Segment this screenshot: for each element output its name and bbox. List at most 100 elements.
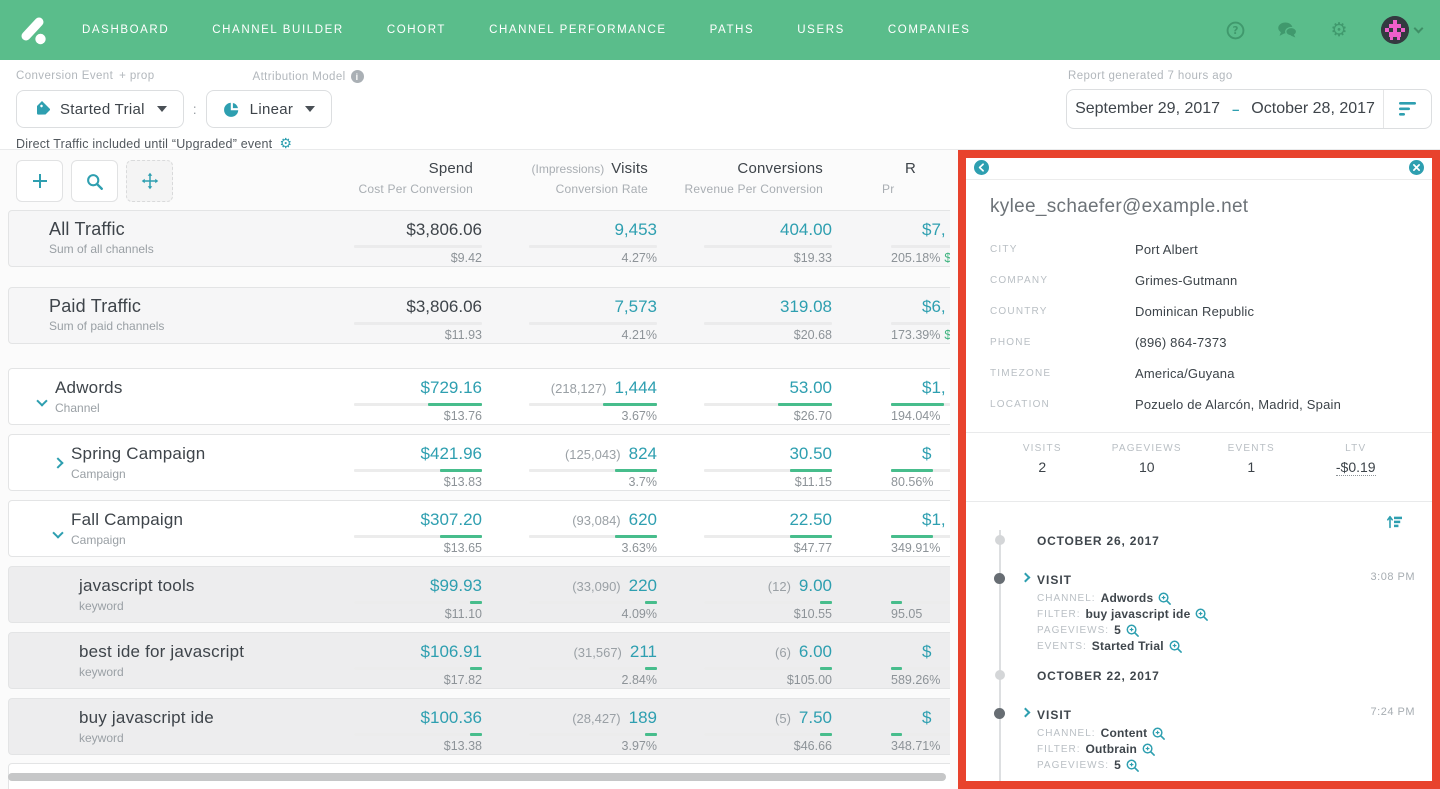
cell-primary-value[interactable]: 1,444 <box>614 378 657 397</box>
gear-icon[interactable]: ⚙ <box>1329 20 1349 40</box>
nav-item[interactable]: CHANNEL PERFORMANCE <box>489 24 667 36</box>
cell-primary-value[interactable]: 404.00 <box>780 220 832 239</box>
table-row[interactable]: best ide for javascript keyword $106.91 … <box>8 632 950 689</box>
cell-primary-value[interactable]: 9.00 <box>799 576 832 595</box>
sort-icon[interactable] <box>1386 514 1402 530</box>
cell-sub-value: 194.04% <box>891 409 940 423</box>
date-end[interactable]: October 28, 2017 <box>1251 100 1375 118</box>
date-range-picker[interactable]: September 29, 2017 – October 28, 2017 <box>1066 89 1432 129</box>
cell-primary-value[interactable]: 620 <box>629 510 657 529</box>
row-expand-chevron[interactable] <box>52 527 63 538</box>
nav-item[interactable]: PATHS <box>710 24 755 36</box>
close-icon[interactable] <box>1409 160 1424 175</box>
date-start[interactable]: September 29, 2017 <box>1075 100 1220 118</box>
zoom-plus-icon[interactable] <box>1158 592 1171 605</box>
search-button[interactable] <box>71 160 118 202</box>
visit-title: VISIT <box>1037 708 1072 722</box>
cell-primary-value[interactable]: $421.96 <box>421 444 482 463</box>
chat-icon[interactable] <box>1277 20 1297 40</box>
user-field-row: LOCATION Pozuelo de Alarcón, Madrid, Spa… <box>990 389 1408 420</box>
info-icon[interactable]: i <box>351 70 364 83</box>
cell-primary-value[interactable]: 6.00 <box>799 642 832 661</box>
metric-cell: (31,567)211 2.84% <box>482 633 657 688</box>
timeline-visit[interactable]: VISIT 3:08 PM CHANNEL: Adwords FILTER: b… <box>966 571 1432 653</box>
cell-primary-value[interactable]: 824 <box>629 444 657 463</box>
cell-primary-value[interactable]: $106.91 <box>421 642 482 661</box>
cell-sub-value: 589.26% <box>891 673 940 687</box>
move-button[interactable] <box>126 160 173 202</box>
add-button[interactable] <box>16 160 63 202</box>
filter-icon[interactable] <box>1383 90 1431 128</box>
column-header-revenue[interactable]: R Pr <box>823 160 950 202</box>
conversion-event-dropdown[interactable]: Started Trial <box>16 90 184 128</box>
cell-primary-value[interactable]: 319.08 <box>780 297 832 316</box>
cell-primary-value[interactable]: 211 <box>630 642 657 661</box>
detail-value: Started Trial <box>1092 640 1164 653</box>
avatar[interactable] <box>1381 16 1409 44</box>
cell-primary-value[interactable]: $7, <box>922 220 946 239</box>
cell-primary-value[interactable]: $6, <box>922 297 946 316</box>
zoom-plus-icon[interactable] <box>1152 727 1165 740</box>
stat-value[interactable]: -$0.19 <box>1336 459 1376 476</box>
chevron-right-icon[interactable] <box>1021 573 1031 583</box>
column-header-spend[interactable]: Spend Cost Per Conversion <box>331 160 473 202</box>
app-logo-icon[interactable] <box>14 10 54 50</box>
timeline-date: OCTOBER 26, 2017 <box>966 532 1432 548</box>
add-prop-link[interactable]: + prop <box>119 70 154 83</box>
nav-item[interactable]: COHORT <box>387 24 446 36</box>
row-expand-chevron[interactable] <box>36 395 47 406</box>
cell-primary-value[interactable]: 22.50 <box>789 510 832 529</box>
cell-primary-value[interactable]: $1, <box>922 378 946 397</box>
user-menu[interactable] <box>1381 16 1422 44</box>
cell-primary-value[interactable]: $99.93 <box>430 576 482 595</box>
attribution-model-value: Linear <box>250 101 294 118</box>
table-row[interactable]: Adwords Channel $729.16 $13.76 (218,127)… <box>8 368 950 425</box>
cell-primary-value[interactable]: 53.00 <box>789 378 832 397</box>
zoom-plus-icon[interactable] <box>1169 640 1182 653</box>
cell-primary-value[interactable]: 7.50 <box>799 708 832 727</box>
cell-primary-value[interactable]: $ <box>922 444 931 463</box>
cell-primary-value[interactable]: $307.20 <box>421 510 482 529</box>
nav-item[interactable]: COMPANIES <box>888 24 971 36</box>
cell-primary-value[interactable]: 9,453 <box>614 220 657 239</box>
chevron-right-icon[interactable] <box>1021 708 1031 718</box>
cell-primary-value[interactable]: $3,806.06 <box>406 297 482 316</box>
column-header-visits[interactable]: (Impressions)Visits Conversion Rate <box>473 160 648 202</box>
cell-primary-value[interactable]: $3,806.06 <box>406 220 482 239</box>
column-header-conversions[interactable]: Conversions Revenue Per Conversion <box>648 160 823 202</box>
back-icon[interactable] <box>974 160 989 175</box>
table-row[interactable]: Spring Campaign Campaign $421.96 $13.83 … <box>8 434 950 491</box>
table-row[interactable]: Fall Campaign Campaign $307.20 $13.65 (9… <box>8 500 950 557</box>
table-row[interactable]: Paid Traffic Sum of paid channels $3,806… <box>8 287 950 344</box>
cell-primary-value[interactable]: $100.36 <box>421 708 482 727</box>
nav-item[interactable]: USERS <box>797 24 845 36</box>
cell-sub-value: 173.39% <box>891 328 940 342</box>
field-label: PHONE <box>990 337 1135 348</box>
horizontal-scrollbar[interactable] <box>8 773 946 781</box>
cell-primary-value[interactable]: 30.50 <box>789 444 832 463</box>
help-icon[interactable]: ? <box>1225 20 1245 40</box>
cell-primary-value[interactable]: $ <box>922 642 931 661</box>
row-expand-chevron[interactable] <box>52 457 63 468</box>
cell-primary-value[interactable]: $ <box>922 708 931 727</box>
table-row[interactable]: All Traffic Sum of all channels $3,806.0… <box>8 210 950 267</box>
zoom-plus-icon[interactable] <box>1142 743 1155 756</box>
nav-item[interactable]: DASHBOARD <box>82 24 169 36</box>
table-row[interactable]: javascript tools keyword $99.93 $11.10 (… <box>8 566 950 623</box>
zoom-plus-icon[interactable] <box>1126 624 1139 637</box>
zoom-plus-icon[interactable] <box>1126 759 1139 772</box>
cell-primary-value[interactable]: 189 <box>629 708 657 727</box>
cell-sub-value: 3.67% <box>622 409 657 423</box>
cell-primary-value[interactable]: 220 <box>629 576 657 595</box>
attribution-model-dropdown[interactable]: Linear <box>206 90 333 128</box>
cell-primary-value[interactable]: $1, <box>922 510 946 529</box>
table-row[interactable]: buy javascript ide keyword $100.36 $13.3… <box>8 698 950 755</box>
metric-cell: $6, 173.39%$ <box>832 288 950 343</box>
nav-item[interactable]: CHANNEL BUILDER <box>212 24 344 36</box>
activity-timeline: OCTOBER 26, 2017 VISIT 3:08 PM CHANNEL: … <box>966 502 1432 772</box>
cell-primary-value[interactable]: 7,573 <box>614 297 657 316</box>
cell-primary-value[interactable]: $729.16 <box>421 378 482 397</box>
nav-menu: DASHBOARD CHANNEL BUILDER COHORT CHANNEL… <box>82 24 970 36</box>
zoom-plus-icon[interactable] <box>1195 608 1208 621</box>
timeline-visit[interactable]: VISIT 7:24 PM CHANNEL: Content FILTER: O… <box>966 706 1432 772</box>
